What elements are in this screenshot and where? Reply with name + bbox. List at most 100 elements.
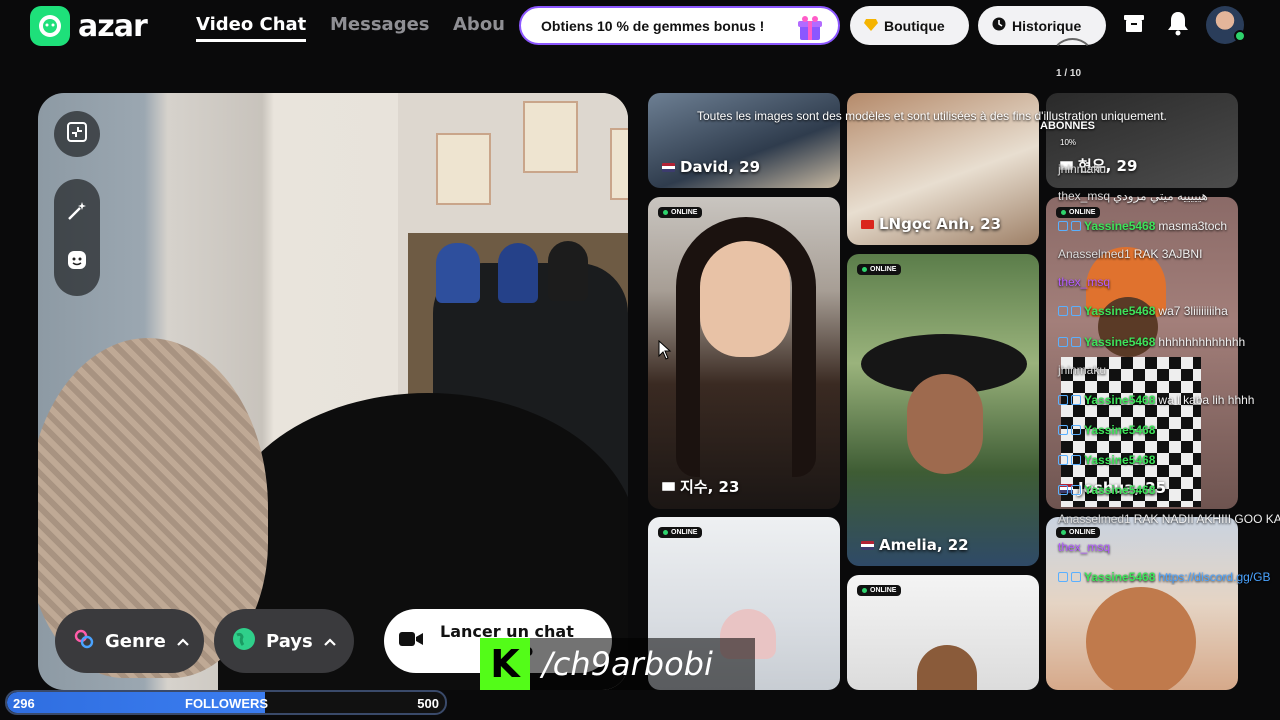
profile-name-text: 지수, 23	[680, 478, 740, 496]
cap	[436, 243, 480, 303]
flag-icon	[861, 540, 874, 550]
chat-message: Anasselmed1 RAK 3AJBNI	[1058, 247, 1202, 261]
wall-poster	[436, 133, 491, 205]
fullscreen-button[interactable]	[54, 111, 100, 157]
chat-username: jhinmaku	[1058, 162, 1107, 176]
online-label: ONLINE	[870, 587, 897, 594]
profile-card[interactable]: David, 29	[648, 93, 840, 188]
chat-username: Yassine5468	[1084, 335, 1156, 349]
face-filter-icon[interactable]	[66, 249, 88, 276]
wall-poster	[610, 128, 628, 200]
flag-icon	[861, 219, 874, 229]
chat-username: Anasselmed1	[1058, 247, 1131, 261]
profile-name-text: David, 29	[680, 158, 761, 176]
kick-logo-icon: K	[480, 638, 530, 690]
azar-logo[interactable]: azar	[30, 6, 148, 46]
badge-icon	[1058, 455, 1068, 465]
chat-username: Yassine5468	[1084, 423, 1156, 437]
profile-name-text: Amelia, 22	[879, 536, 969, 554]
nav-messages[interactable]: Messages	[330, 14, 430, 35]
chat-message: Yassine5468 masma3toch	[1058, 219, 1227, 233]
online-label: ONLINE	[870, 266, 897, 273]
gender-filter-label: Genre	[105, 630, 166, 652]
nav-about[interactable]: About	[453, 14, 505, 35]
shop-button[interactable]: Boutique	[850, 6, 969, 45]
chat-message: thex_msq	[1058, 275, 1113, 289]
portrait	[917, 645, 977, 690]
chat-message: Yassine5468	[1058, 483, 1158, 497]
badge-icon	[1071, 425, 1081, 435]
badge-icon	[1071, 306, 1081, 316]
nav-video-chat[interactable]: Video Chat	[196, 14, 307, 42]
video-camera-icon	[398, 629, 424, 654]
stream-chat-overlay: jhinmaku thex_msq هيييييه ميتي مرودي Yass…	[1046, 115, 1280, 585]
globe-icon	[232, 627, 256, 656]
gift-icon	[796, 14, 824, 45]
profile-card[interactable]: ONLINE 지수, 23	[648, 197, 840, 509]
online-badge: ONLINE	[658, 527, 703, 538]
chat-username: Yassine5468	[1084, 483, 1156, 497]
history-label: Historique	[1012, 17, 1082, 34]
profile-name: Amelia, 22	[861, 536, 969, 554]
chevron-up-icon	[323, 631, 337, 652]
followers-goal: 500	[417, 696, 439, 711]
online-badge: ONLINE	[857, 585, 902, 596]
portrait	[907, 374, 983, 474]
profile-card[interactable]: ONLINE Amelia, 22	[847, 254, 1039, 566]
gem-bonus-promo-button[interactable]: Obtiens 10 % de gemmes bonus !	[519, 6, 840, 45]
chat-message: Anasselmed1 RAK NADII AKHIII GOO KAN	[1058, 512, 1280, 526]
followers-goal-bar: 296 FOLLOWERS 500	[5, 690, 447, 715]
match-counter: 1 / 10	[1056, 68, 1082, 79]
promo-label: Obtiens 10 % de gemmes bonus !	[541, 17, 765, 34]
gender-filter-button[interactable]: Genre	[55, 609, 204, 673]
chat-text: wa l kaba lih hhhh	[1158, 393, 1255, 407]
online-dot	[663, 530, 668, 535]
azar-logo-icon	[30, 6, 70, 46]
online-dot	[862, 267, 867, 272]
chat-message: jhinmaku	[1058, 162, 1109, 176]
gallery-column-1: David, 29 ONLINE 지수, 23 ONLINE	[648, 93, 840, 690]
cap	[548, 241, 588, 301]
chat-link[interactable]: https://discord.gg/GB	[1158, 570, 1270, 584]
chat-username: jhinmaku	[1058, 363, 1107, 377]
bell-icon[interactable]	[1166, 10, 1190, 41]
chat-message: thex_msq هيييييه ميتي مرودي	[1058, 189, 1208, 203]
chat-username: Anasselmed1	[1058, 512, 1131, 526]
history-button[interactable]: Historique	[978, 6, 1106, 45]
profile-card[interactable]: ONLINE	[847, 575, 1039, 690]
chat-text: hhhhhhhhhhhhh	[1158, 335, 1246, 349]
mouse-cursor-icon	[658, 339, 672, 365]
profile-name-text: LNgọc Anh, 23	[879, 215, 1002, 233]
chevron-up-icon	[176, 631, 190, 652]
cap	[498, 243, 538, 303]
badge-icon	[1058, 395, 1068, 405]
profile-name: 지수, 23	[662, 476, 739, 497]
chat-text: masma3toch	[1158, 219, 1228, 233]
kick-handle: /ch9arbobi	[542, 645, 713, 683]
kick-channel-overlay: K /ch9arbobi	[480, 638, 755, 690]
profile-avatar[interactable]	[1206, 6, 1246, 44]
azar-logo-text: azar	[78, 8, 148, 44]
badge-icon	[1071, 455, 1081, 465]
gallery-column-2: LNgọc Anh, 23 ONLINE Amelia, 22 ONLINE	[847, 93, 1039, 690]
archive-icon[interactable]	[1121, 10, 1147, 41]
chat-text: RAK 3AJBNI	[1133, 247, 1203, 261]
chat-message: thex_msq	[1058, 540, 1113, 554]
chat-username: Yassine5468	[1084, 570, 1156, 584]
country-filter-button[interactable]: Pays	[214, 609, 354, 673]
hair	[676, 217, 816, 477]
chat-text: هيييييه ميتي مرودي	[1113, 189, 1208, 203]
chat-username: thex_msq	[1058, 540, 1111, 554]
chat-message: Yassine5468 wa7 3liiiiiiiiha	[1058, 304, 1228, 318]
chat-username: Yassine5468	[1084, 304, 1156, 318]
badge-icon	[1058, 485, 1068, 495]
shop-label: Boutique	[884, 17, 945, 34]
gender-icon	[73, 628, 95, 655]
followers-current: 296	[13, 696, 35, 711]
chat-message: Yassine5468 wa l kaba lih hhhh	[1058, 393, 1254, 407]
country-filter-label: Pays	[266, 630, 313, 652]
wall-poster	[523, 101, 578, 173]
flag-icon	[662, 482, 675, 491]
online-badge: ONLINE	[857, 264, 902, 275]
magic-wand-icon[interactable]	[66, 200, 88, 227]
